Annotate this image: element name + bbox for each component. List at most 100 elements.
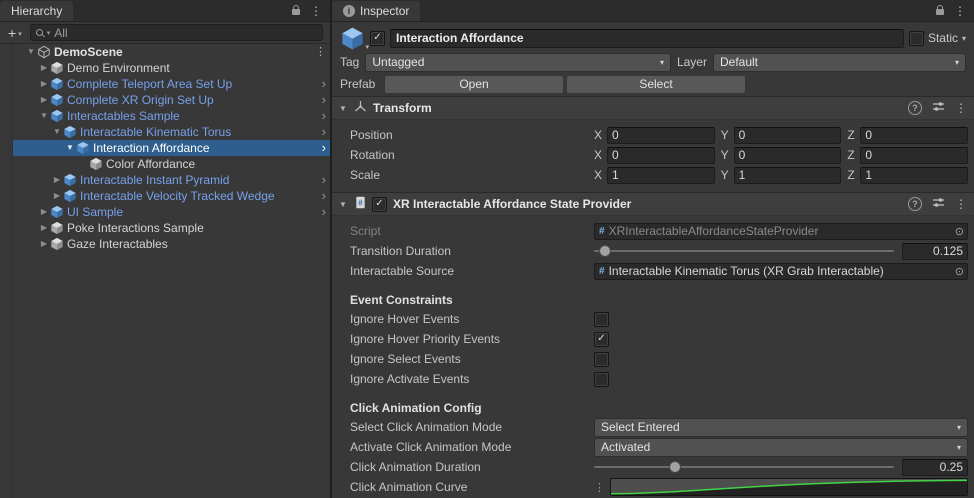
prefab-open-arrow-icon[interactable]: › [322, 205, 326, 219]
transition-duration-slider[interactable] [594, 243, 894, 259]
position-x-field[interactable]: 0 [607, 127, 715, 144]
hierarchy-item-demoscene[interactable]: ▼DemoScene⋮ [13, 44, 330, 60]
prefab-open-arrow-icon[interactable]: › [322, 125, 326, 139]
hierarchy-item-demo-environment[interactable]: ▶Demo Environment [13, 60, 330, 76]
slider-handle[interactable] [669, 461, 681, 473]
foldout-icon[interactable]: ▶ [38, 92, 50, 108]
static-dropdown-icon[interactable]: ▾ [962, 34, 966, 43]
position-z-field[interactable]: 0 [860, 127, 968, 144]
chevron-down-icon: ▾ [957, 423, 961, 432]
create-button[interactable]: + ▾ [4, 26, 26, 40]
hierarchy-item-interactable-instant-pyramid[interactable]: ▶Interactable Instant Pyramid› [13, 172, 330, 188]
prefab-select-button[interactable]: Select [566, 75, 746, 94]
hierarchy-item-complete-xr-origin-set-up[interactable]: ▶Complete XR Origin Set Up› [13, 92, 330, 108]
slider-handle[interactable] [599, 245, 611, 257]
hierarchy-item-poke-interactions-sample[interactable]: ▶Poke Interactions Sample [13, 220, 330, 236]
cube-blue-icon [50, 77, 65, 91]
foldout-icon[interactable]: ▶ [51, 188, 63, 204]
prefab-open-arrow-icon[interactable]: › [322, 77, 326, 91]
affordance-provider-header[interactable]: ▼ # ✓ XR Interactable Affordance State P… [332, 192, 974, 216]
transition-duration-value-field[interactable]: 0.125 [902, 243, 968, 260]
prefab-open-arrow-icon[interactable]: › [322, 141, 326, 155]
prefab-open-arrow-icon[interactable]: › [322, 109, 326, 123]
lock-icon[interactable] [292, 9, 300, 15]
rotation-y-field[interactable]: 0 [734, 147, 842, 164]
hierarchy-search-input[interactable]: ▾ All [30, 24, 323, 41]
hierarchy-item-gaze-interactables[interactable]: ▶Gaze Interactables [13, 236, 330, 252]
tab-inspector[interactable]: i Inspector [332, 1, 420, 21]
affordance-provider-body: Script # XRInteractableAffordanceStatePr… [332, 216, 974, 498]
position-y-field[interactable]: 0 [734, 127, 842, 144]
curve-context-menu-icon[interactable]: ⋮ [594, 481, 605, 494]
lock-icon[interactable] [936, 9, 944, 15]
prefab-open-arrow-icon[interactable]: › [322, 93, 326, 107]
click-animation-curve-field[interactable] [610, 478, 968, 496]
foldout-icon[interactable]: ▶ [38, 76, 50, 92]
foldout-icon[interactable]: ▶ [38, 220, 50, 236]
interactable-source-field[interactable]: # Interactable Kinematic Torus (XR Grab … [594, 263, 968, 280]
hierarchy-item-complete-teleport-area-set-up[interactable]: ▶Complete Teleport Area Set Up› [13, 76, 330, 92]
object-picker-icon[interactable]: ⊙ [955, 265, 964, 278]
layer-dropdown[interactable]: Default ▾ [713, 53, 966, 72]
panel-menu-icon[interactable]: ⋮ [310, 5, 322, 17]
scale-z-field[interactable]: 1 [860, 167, 968, 184]
hierarchy-item-ui-sample[interactable]: ▶UI Sample› [13, 204, 330, 220]
active-checkbox[interactable]: ✓ [370, 31, 385, 46]
icon-picker-arrow[interactable]: ▾ [365, 43, 369, 51]
rotation-z-field[interactable]: 0 [860, 147, 968, 164]
presets-icon[interactable] [932, 196, 945, 212]
constraint-label: Ignore Select Events [350, 352, 594, 366]
constraint-checkbox[interactable] [594, 352, 609, 367]
click-duration-slider[interactable] [594, 459, 894, 475]
help-icon[interactable]: ? [908, 101, 922, 115]
foldout-icon[interactable]: ▼ [339, 200, 349, 209]
panel-menu-icon[interactable]: ⋮ [954, 5, 966, 17]
click-duration-value-field[interactable]: 0.25 [902, 459, 968, 476]
activate-click-mode-label: Activate Click Animation Mode [350, 440, 594, 454]
hierarchy-item-interactables-sample[interactable]: ▼Interactables Sample› [13, 108, 330, 124]
info-icon: i [343, 5, 355, 17]
scale-y-field[interactable]: 1 [734, 167, 842, 184]
foldout-icon[interactable]: ▶ [51, 172, 63, 188]
hierarchy-item-color-affordance[interactable]: Color Affordance [13, 156, 330, 172]
axis-label-y: Y [721, 168, 731, 182]
constraint-checkbox[interactable] [594, 312, 609, 327]
static-checkbox[interactable] [909, 31, 924, 46]
gameobject-cube-icon[interactable]: ▾ [340, 26, 365, 51]
constraint-checkbox[interactable]: ✓ [594, 332, 609, 347]
scene-menu-icon[interactable]: ⋮ [315, 44, 326, 60]
component-menu-icon[interactable]: ⋮ [955, 102, 967, 114]
help-icon[interactable]: ? [908, 197, 922, 211]
foldout-icon[interactable]: ▼ [25, 44, 37, 60]
hierarchy-item-interactable-kinematic-torus[interactable]: ▼Interactable Kinematic Torus› [13, 124, 330, 140]
transform-header[interactable]: ▼ Transform ? ⋮ [332, 96, 974, 120]
prefab-open-arrow-icon[interactable]: › [322, 173, 326, 187]
select-click-mode-dropdown[interactable]: Select Entered ▾ [594, 418, 968, 437]
constraint-checkbox[interactable] [594, 372, 609, 387]
foldout-icon[interactable]: ▼ [339, 104, 349, 113]
foldout-icon[interactable]: ▶ [38, 60, 50, 76]
foldout-icon[interactable]: ▶ [38, 236, 50, 252]
gameobject-name-field[interactable]: Interaction Affordance [390, 29, 904, 48]
prefab-open-arrow-icon[interactable]: › [322, 189, 326, 203]
scale-x-field[interactable]: 1 [607, 167, 715, 184]
prefab-open-button[interactable]: Open [384, 75, 564, 94]
component-menu-icon[interactable]: ⋮ [955, 198, 967, 210]
hierarchy-item-interaction-affordance[interactable]: ▼Interaction Affordance› [13, 140, 330, 156]
tab-hierarchy[interactable]: Hierarchy [0, 1, 73, 21]
presets-icon[interactable] [932, 100, 945, 116]
tag-value: Untagged [372, 55, 424, 69]
foldout-icon[interactable]: ▶ [38, 204, 50, 220]
axis-label-z: Z [847, 148, 857, 162]
foldout-icon[interactable]: ▼ [51, 124, 63, 140]
hierarchy-item-interactable-velocity-tracked-wedge[interactable]: ▶Interactable Velocity Tracked Wedge› [13, 188, 330, 204]
object-picker-icon[interactable]: ⊙ [955, 225, 964, 238]
transition-duration-row: Transition Duration 0.125 [332, 241, 968, 261]
search-filter-arrow-icon[interactable]: ▾ [47, 29, 51, 37]
foldout-icon[interactable]: ▼ [64, 140, 76, 156]
foldout-icon[interactable]: ▼ [38, 108, 50, 124]
tag-dropdown[interactable]: Untagged ▾ [365, 53, 671, 72]
rotation-x-field[interactable]: 0 [607, 147, 715, 164]
activate-click-mode-dropdown[interactable]: Activated ▾ [594, 438, 968, 457]
component-enabled-checkbox[interactable]: ✓ [372, 197, 387, 212]
